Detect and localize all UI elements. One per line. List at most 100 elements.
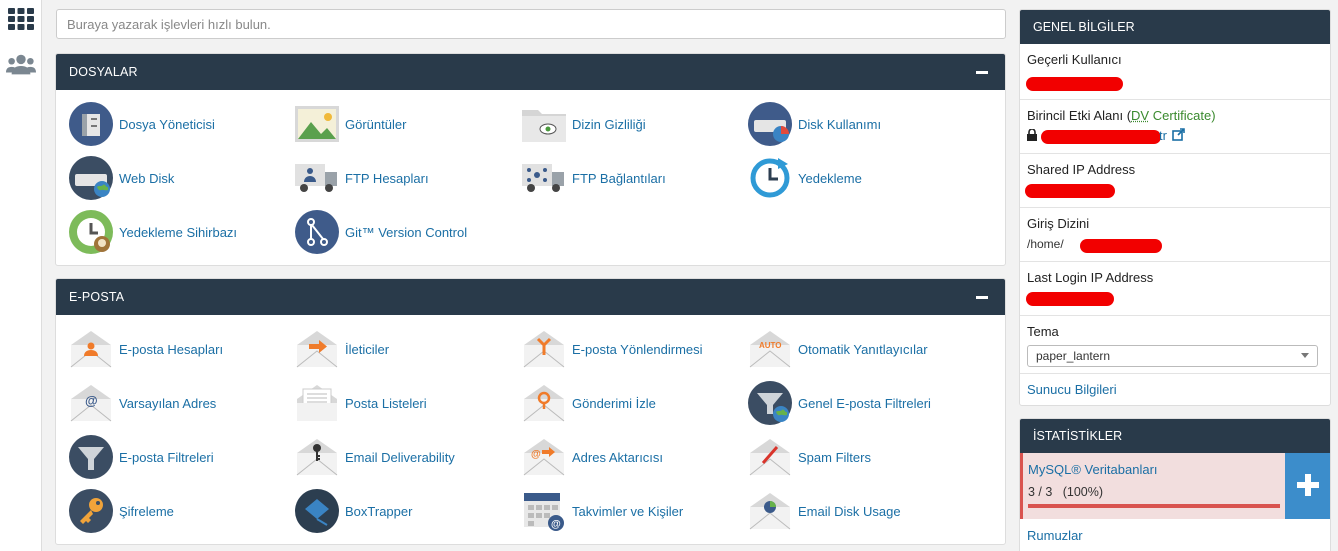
- item-label: Disk Kullanımı: [798, 117, 881, 132]
- email-disk-usage-icon: [747, 488, 793, 534]
- email-deliverability-item[interactable]: Email Deliverability: [294, 432, 520, 482]
- file-manager-item[interactable]: Dosya Yöneticisi: [68, 99, 294, 149]
- mysql-usage-value: 3 / 3 (100%): [1028, 485, 1103, 499]
- svg-text:@: @: [551, 519, 561, 530]
- primary-domain-row: Birincil Etki Alanı (DV Certificate) tr: [1020, 100, 1330, 154]
- home-dir-value: /home/: [1027, 237, 1064, 251]
- default-address-icon: @: [68, 380, 114, 426]
- files-panel-header[interactable]: DOSYALAR: [56, 54, 1005, 90]
- item-label: Dizin Gizliliği: [572, 117, 646, 132]
- web-disk-item[interactable]: Web Disk: [68, 153, 294, 203]
- files-panel: DOSYALAR Dosya Yöneticisi Görüntüler Diz…: [55, 53, 1006, 266]
- directory-privacy-item[interactable]: Dizin Gizliliği: [521, 99, 747, 149]
- ftp-connections-icon: [521, 155, 567, 201]
- primary-domain-value: [1027, 129, 1037, 144]
- encryption-item[interactable]: Şifreleme: [68, 486, 294, 536]
- item-label: Yedekleme Sihirbazı: [119, 225, 237, 240]
- current-user-row: Geçerli Kullanıcı: [1020, 44, 1330, 100]
- default-address-item[interactable]: @ Varsayılan Adres: [68, 378, 294, 428]
- external-link-icon[interactable]: [1172, 128, 1185, 144]
- ftp-accounts-item[interactable]: FTP Hesapları: [294, 153, 520, 203]
- dv-certificate-label: Certificate): [1149, 108, 1215, 123]
- theme-select[interactable]: paper_lantern: [1027, 345, 1318, 367]
- redaction-mark: [1080, 239, 1162, 253]
- file-manager-icon: [68, 101, 114, 147]
- item-label: Posta Listeleri: [345, 396, 427, 411]
- forwarders-icon: [294, 326, 340, 372]
- item-label: E-posta Yönlendirmesi: [572, 342, 703, 357]
- shared-ip-row: Shared IP Address: [1020, 154, 1330, 208]
- autoresponders-item[interactable]: AUTO Otomatik Yanıtlayıcılar: [747, 324, 973, 374]
- git-version-control-item[interactable]: Git™ Version Control: [294, 207, 520, 257]
- grid-menu-icon[interactable]: [6, 5, 36, 33]
- svg-text:@: @: [85, 393, 98, 408]
- item-label: FTP Bağlantıları: [572, 171, 666, 186]
- mailing-lists-item[interactable]: Posta Listeleri: [294, 378, 520, 428]
- item-label: Web Disk: [119, 171, 174, 186]
- forwarders-item[interactable]: İleticiler: [294, 324, 520, 374]
- global-email-filters-item[interactable]: Genel E-posta Filtreleri: [747, 378, 973, 428]
- svg-text:@: @: [531, 449, 541, 460]
- encryption-key-icon: [68, 488, 114, 534]
- item-label: Gönderimi İzle: [572, 396, 656, 411]
- mailing-lists-icon: [294, 380, 340, 426]
- search-input[interactable]: [56, 9, 1006, 39]
- collapse-icon[interactable]: [976, 296, 988, 299]
- item-label: Yedekleme: [798, 171, 862, 186]
- backup-wizard-item[interactable]: Yedekleme Sihirbazı: [68, 207, 294, 257]
- aliases-link[interactable]: Rumuzlar: [1027, 528, 1083, 543]
- email-filters-item[interactable]: E-posta Filtreleri: [68, 432, 294, 482]
- mysql-stat-row: MySQL® Veritabanları 3 / 3 (100%): [1020, 453, 1330, 519]
- collapse-icon[interactable]: [976, 71, 988, 74]
- theme-label: Tema: [1027, 324, 1323, 339]
- server-info-link[interactable]: Sunucu Bilgileri: [1027, 382, 1117, 397]
- general-info-panel: GENEL BİLGİLER Geçerli Kullanıcı Birinci…: [1019, 9, 1331, 406]
- item-label: BoxTrapper: [345, 504, 412, 519]
- email-routing-item[interactable]: E-posta Yönlendirmesi: [521, 324, 747, 374]
- images-item[interactable]: Görüntüler: [294, 99, 520, 149]
- filter-icon: [68, 434, 114, 480]
- backup-wizard-icon: [68, 209, 114, 255]
- email-panel-header[interactable]: E-POSTA: [56, 279, 1005, 315]
- mysql-usage-bar: [1028, 504, 1280, 508]
- disk-usage-item[interactable]: Disk Kullanımı: [747, 99, 973, 149]
- item-label: Genel E-posta Filtreleri: [798, 396, 931, 411]
- email-panel: E-POSTA E-posta Hesapları İleticiler E-p…: [55, 278, 1006, 545]
- dv-abbr: DV: [1131, 108, 1149, 123]
- item-label: FTP Hesapları: [345, 171, 429, 186]
- domain-tail-text[interactable]: tr: [1159, 128, 1167, 143]
- redaction-mark: [1026, 292, 1114, 306]
- backup-item[interactable]: Yedekleme: [747, 153, 973, 203]
- chevron-down-icon: [1301, 353, 1309, 358]
- item-label: Takvimler ve Kişiler: [572, 504, 683, 519]
- boxtrapper-item[interactable]: BoxTrapper: [294, 486, 520, 536]
- redaction-mark: [1026, 77, 1123, 91]
- item-label: Varsayılan Adres: [119, 396, 216, 411]
- item-label: Spam Filters: [798, 450, 871, 465]
- boxtrapper-icon: [294, 488, 340, 534]
- backup-clock-icon: [747, 155, 793, 201]
- home-dir-label: Giriş Dizini: [1027, 216, 1323, 231]
- calendars-contacts-item[interactable]: @ Takvimler ve Kişiler: [521, 486, 747, 536]
- address-importer-item[interactable]: @ Adres Aktarıcısı: [521, 432, 747, 482]
- spam-filters-item[interactable]: Spam Filters: [747, 432, 973, 482]
- ftp-connections-item[interactable]: FTP Bağlantıları: [521, 153, 747, 203]
- item-label: Git™ Version Control: [345, 225, 467, 240]
- track-delivery-item[interactable]: Gönderimi İzle: [521, 378, 747, 428]
- spam-filter-icon: [747, 434, 793, 480]
- email-disk-usage-item[interactable]: Email Disk Usage: [747, 486, 973, 536]
- mysql-databases-link[interactable]: MySQL® Veritabanları: [1028, 462, 1158, 477]
- plus-icon: [1297, 474, 1319, 499]
- left-rail: [0, 0, 42, 551]
- aliases-row: Rumuzlar: [1020, 519, 1330, 551]
- item-label: Email Deliverability: [345, 450, 455, 465]
- redaction-mark: [1025, 184, 1115, 198]
- item-label: Email Disk Usage: [798, 504, 901, 519]
- email-accounts-icon: [68, 326, 114, 372]
- server-info-row: Sunucu Bilgileri: [1020, 374, 1330, 406]
- email-accounts-item[interactable]: E-posta Hesapları: [68, 324, 294, 374]
- mysql-usage-bar-fill: [1028, 504, 1280, 508]
- add-plus-button[interactable]: [1285, 453, 1330, 519]
- users-icon[interactable]: [6, 51, 36, 79]
- item-label: İleticiler: [345, 342, 389, 357]
